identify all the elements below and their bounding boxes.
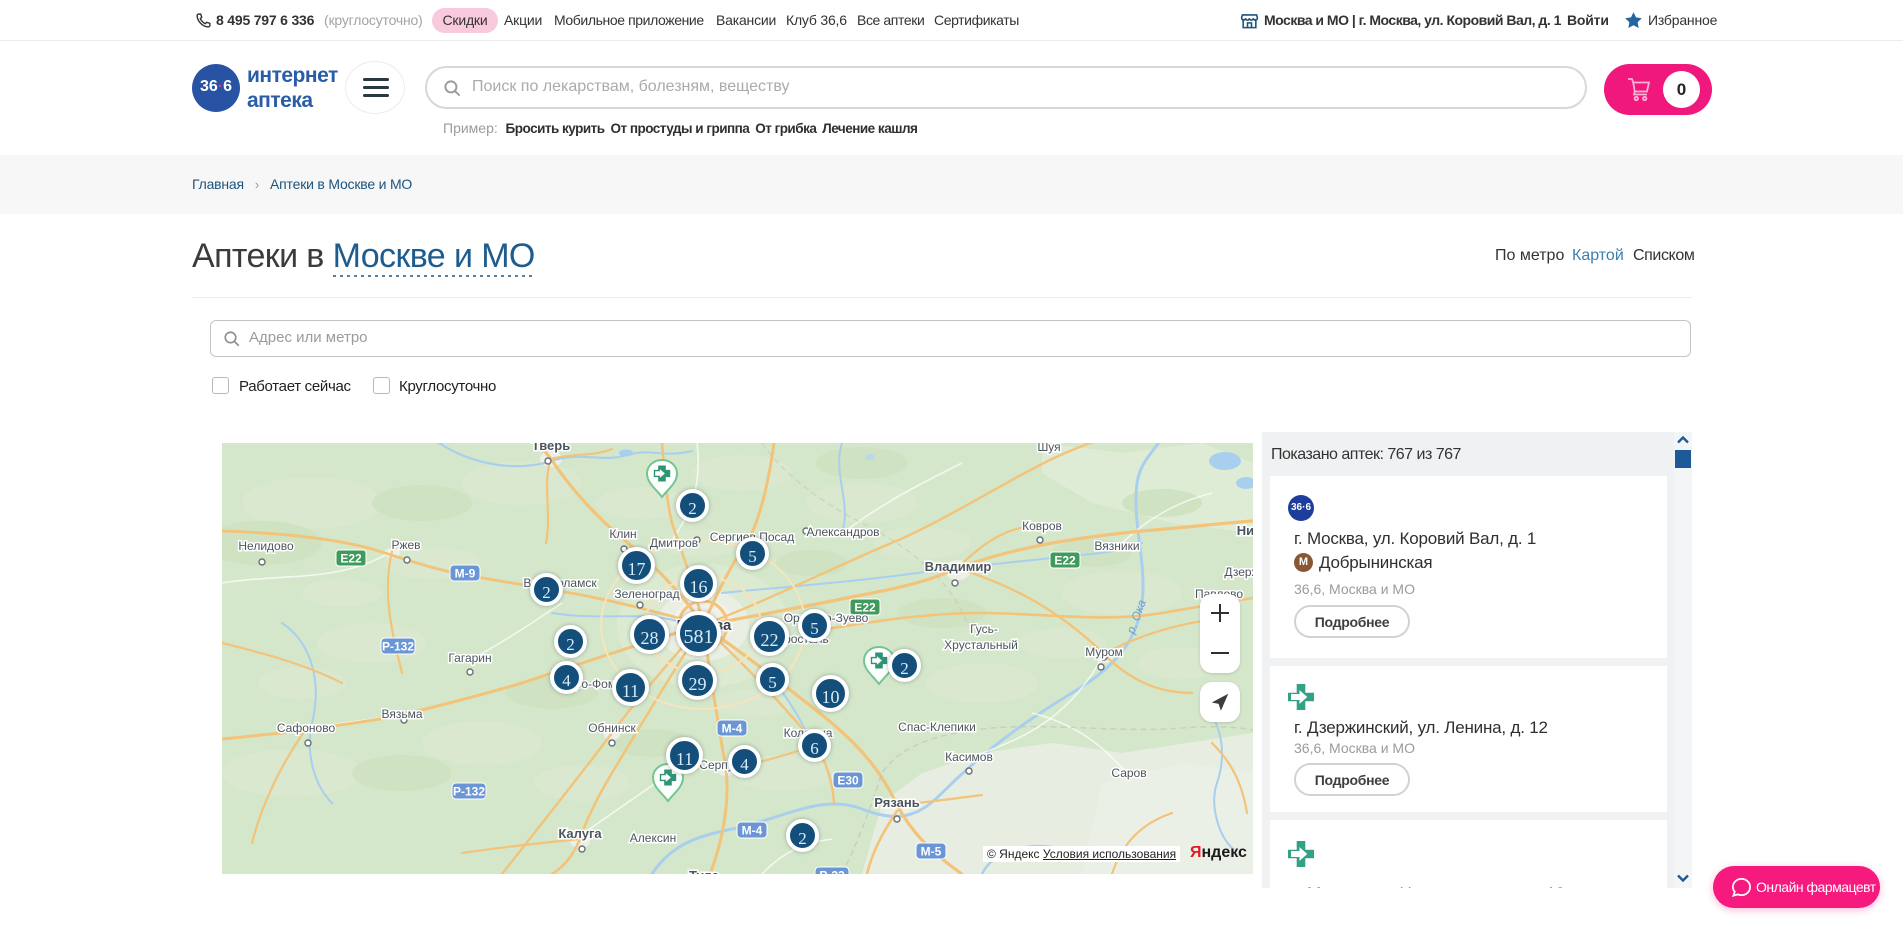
svg-text:Сафоново: Сафоново bbox=[277, 721, 336, 735]
svg-text:Обнинск: Обнинск bbox=[588, 721, 636, 735]
svg-text:Вязники: Вязники bbox=[1094, 539, 1139, 553]
svg-text:М-9: М-9 bbox=[455, 567, 476, 581]
svg-text:Дмитров: Дмитров bbox=[650, 536, 698, 550]
svg-text:Дзерж: Дзерж bbox=[1224, 565, 1253, 579]
svg-text:Ржев: Ржев bbox=[391, 538, 420, 552]
svg-text:Саров: Саров bbox=[1111, 766, 1146, 780]
svg-text:Рязань: Рязань bbox=[874, 795, 919, 810]
svg-text:Тула: Тула bbox=[689, 868, 720, 874]
svg-text:Нелидово: Нелидово bbox=[238, 539, 294, 553]
svg-text:Гагарин: Гагарин bbox=[448, 651, 491, 665]
svg-text:Александров: Александров bbox=[806, 525, 879, 539]
svg-text:Р-132: Р-132 bbox=[453, 785, 485, 799]
svg-text:Р-22: Р-22 bbox=[819, 869, 845, 875]
svg-text:Зеленоград: Зеленоград bbox=[614, 587, 679, 601]
svg-text:Калуга: Калуга bbox=[558, 826, 602, 841]
svg-text:Спас-Клепики: Спас-Клепики bbox=[898, 720, 976, 734]
svg-text:Алексин: Алексин bbox=[630, 831, 676, 845]
svg-text:E22: E22 bbox=[1054, 554, 1076, 568]
svg-text:М-5: М-5 bbox=[921, 845, 942, 859]
svg-text:Вязьма: Вязьма bbox=[381, 707, 422, 721]
svg-text:Владимир: Владимир bbox=[925, 559, 992, 574]
svg-text:E30: E30 bbox=[837, 774, 859, 788]
svg-text:Гусь-: Гусь- bbox=[970, 622, 998, 636]
svg-text:Шуя: Шуя bbox=[1037, 443, 1060, 454]
svg-text:Хрустальный: Хрустальный bbox=[944, 638, 1018, 652]
svg-text:Клин: Клин bbox=[609, 527, 636, 541]
svg-text:Ковров: Ковров bbox=[1022, 519, 1062, 533]
svg-text:М-4: М-4 bbox=[742, 824, 763, 838]
svg-text:E22: E22 bbox=[340, 552, 362, 566]
svg-text:Ниж: Ниж bbox=[1237, 523, 1253, 538]
svg-text:Р-132: Р-132 bbox=[382, 640, 414, 654]
svg-text:Тверь: Тверь bbox=[532, 443, 570, 453]
svg-text:М-4: М-4 bbox=[722, 722, 743, 736]
svg-text:Муром: Муром bbox=[1085, 645, 1123, 659]
svg-text:Касимов: Касимов bbox=[945, 750, 993, 764]
